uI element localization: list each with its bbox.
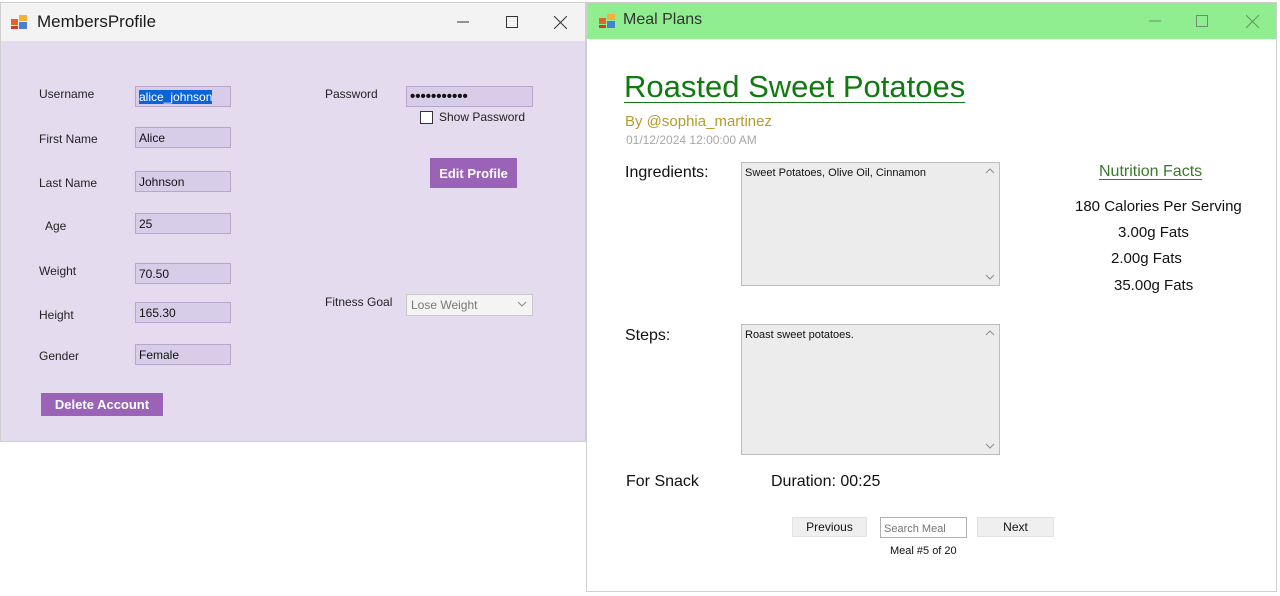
show-password-label: Show Password	[439, 110, 526, 124]
nutrition-line-1: 3.00g Fats	[1118, 224, 1189, 241]
nutrition-line-2: 2.00g Fats	[1111, 250, 1182, 267]
show-password-checkbox[interactable]	[420, 111, 433, 124]
minimize-icon	[1149, 20, 1161, 22]
search-meal-input[interactable]	[880, 517, 967, 538]
maximize-icon	[1196, 15, 1208, 27]
fitness-goal-label: Fitness Goal	[325, 295, 393, 309]
app-icon	[599, 14, 615, 28]
first-name-field[interactable]: Alice	[135, 127, 231, 148]
maximize-button[interactable]	[497, 9, 527, 35]
next-button[interactable]: Next	[977, 517, 1054, 537]
minimize-icon	[457, 21, 469, 23]
username-value: alice_johnson	[139, 90, 213, 104]
close-icon	[1245, 14, 1259, 28]
previous-button[interactable]: Previous	[792, 517, 867, 537]
meal-author: By @sophia_martinez	[625, 113, 772, 130]
age-label: Age	[45, 219, 67, 233]
scroll-down-icon[interactable]	[985, 273, 995, 281]
meal-title: Roasted Sweet Potatoes	[624, 69, 966, 104]
height-field[interactable]: 165.30	[135, 302, 231, 323]
steps-textbox[interactable]: Roast sweet potatoes.	[741, 324, 1000, 455]
meal-plans-window: Meal Plans Roasted Sweet Potatoes By @so…	[586, 2, 1277, 592]
scroll-up-icon[interactable]	[985, 329, 995, 337]
minimize-button[interactable]	[448, 9, 478, 35]
password-field[interactable]: •••••••••••	[406, 86, 533, 107]
fitness-goal-value: Lose Weight	[411, 298, 478, 312]
age-field[interactable]: 25	[135, 213, 231, 234]
ingredients-label: Ingredients:	[625, 164, 709, 181]
ingredients-textbox[interactable]: Sweet Potatoes, Olive Oil, Cinnamon	[741, 162, 1000, 286]
profile-titlebar[interactable]: MembersProfile	[1, 3, 585, 41]
meal-titlebar[interactable]: Meal Plans	[587, 3, 1276, 39]
last-name-label: Last Name	[39, 176, 98, 190]
window-title: Meal Plans	[623, 11, 703, 28]
gender-label: Gender	[39, 349, 80, 363]
meal-counter: Meal #5 of 20	[890, 545, 957, 557]
close-button[interactable]	[545, 9, 575, 35]
password-value: •••••••••••	[410, 88, 468, 105]
steps-text: Roast sweet potatoes.	[745, 329, 854, 341]
weight-field[interactable]: 70.50	[135, 263, 231, 284]
close-icon	[553, 15, 567, 29]
ingredients-text: Sweet Potatoes, Olive Oil, Cinnamon	[745, 167, 926, 179]
nutrition-facts-heading: Nutrition Facts	[1099, 163, 1203, 180]
last-name-field[interactable]: Johnson	[135, 171, 231, 192]
password-label: Password	[325, 87, 378, 101]
scroll-down-icon[interactable]	[985, 442, 995, 450]
fitness-goal-select[interactable]: Lose Weight	[406, 294, 533, 316]
delete-account-button[interactable]: Delete Account	[41, 393, 163, 416]
gender-field[interactable]: Female	[135, 344, 231, 365]
members-profile-window: MembersProfile Username alice_johnson Fi…	[0, 2, 586, 442]
window-title: MembersProfile	[37, 12, 157, 31]
meal-duration: Duration: 00:25	[771, 473, 881, 490]
meal-date: 01/12/2024 12:00:00 AM	[626, 133, 757, 147]
edit-profile-button[interactable]: Edit Profile	[430, 158, 517, 188]
nutrition-calories: 180 Calories Per Serving	[1075, 198, 1242, 215]
maximize-button[interactable]	[1187, 8, 1217, 34]
steps-label: Steps:	[625, 327, 671, 344]
nutrition-line-3: 35.00g Fats	[1114, 277, 1194, 294]
minimize-button[interactable]	[1140, 8, 1170, 34]
app-icon	[11, 15, 27, 29]
scroll-up-icon[interactable]	[985, 167, 995, 175]
height-label: Height	[39, 308, 74, 322]
username-field[interactable]: alice_johnson	[135, 86, 231, 107]
maximize-icon	[506, 16, 518, 28]
close-button[interactable]	[1237, 8, 1267, 34]
weight-label: Weight	[39, 264, 77, 278]
meal-type: For Snack	[626, 473, 699, 490]
username-label: Username	[39, 87, 95, 101]
first-name-label: First Name	[39, 132, 98, 146]
chevron-down-icon	[517, 301, 527, 307]
